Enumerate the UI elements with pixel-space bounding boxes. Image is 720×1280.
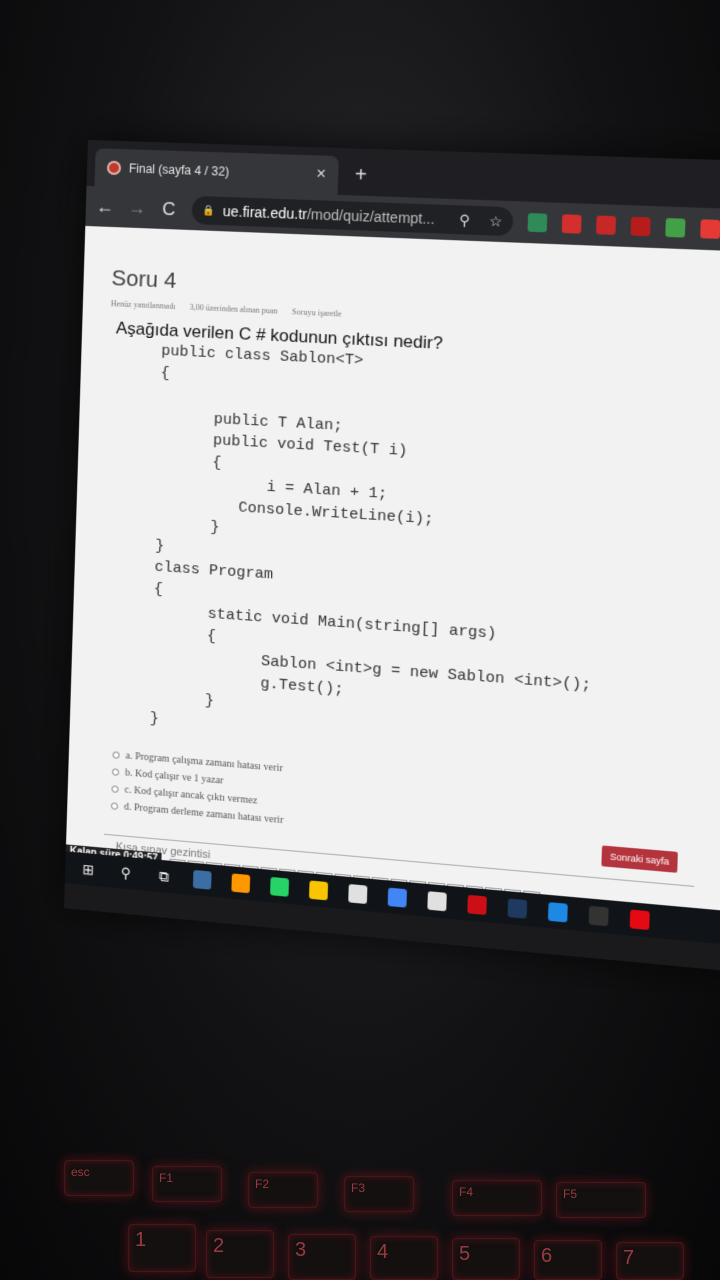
forward-icon[interactable]: → (127, 197, 146, 219)
task-view-icon[interactable]: ⧉ (155, 866, 174, 886)
tab-close-icon[interactable]: × (316, 166, 326, 185)
radio-button[interactable] (111, 768, 120, 776)
taskbar-app-icon[interactable] (547, 902, 568, 923)
quiz-page: Soru 4 Henüz yanıtlanmadı 3,00 üzerinden… (64, 225, 720, 946)
backlit-keyboard: esc F1 F2 F3 F4 F5 1 2 3 4 5 6 7 (0, 1120, 720, 1280)
question-points: 3,00 üzerinden alınan puan (189, 302, 278, 316)
monitor: Final (sayfa 4 / 32) × + ← → C 🔒 ue.fira… (64, 140, 720, 972)
screen: Final (sayfa 4 / 32) × + ← → C 🔒 ue.fira… (64, 140, 720, 946)
keyboard-key: 1 (128, 1224, 196, 1272)
radio-button[interactable] (110, 802, 119, 810)
store-icon[interactable] (348, 883, 368, 905)
reload-icon[interactable]: C (159, 198, 178, 220)
keyboard-key: esc (64, 1160, 134, 1196)
url-input[interactable]: 🔒 ue.firat.edu.tr/mod/quiz/attempt... ⚲ … (191, 195, 514, 237)
zoom-icon[interactable]: ⚲ (459, 211, 470, 229)
flag-question-link[interactable]: Soruyu işaretle (292, 307, 342, 318)
taskbar-app-icon[interactable] (231, 873, 251, 894)
keyboard-key: F3 (344, 1176, 414, 1212)
url-host: ue.firat.edu.tr (222, 202, 308, 223)
question-status: Henüz yanıtlanmadı (110, 299, 176, 312)
extension-icon[interactable] (630, 216, 651, 237)
new-tab-button[interactable]: + (354, 164, 367, 188)
back-icon[interactable]: ← (96, 196, 115, 218)
opera-icon[interactable] (467, 894, 487, 916)
search-icon[interactable]: ⚲ (117, 863, 136, 883)
keyboard-key: F1 (152, 1166, 222, 1202)
site-favicon-icon (106, 160, 122, 176)
bookmark-star-icon[interactable]: ☆ (489, 212, 503, 230)
extension-icon[interactable] (596, 215, 617, 235)
chrome-icon[interactable] (387, 887, 408, 908)
taskbar-app-icon[interactable] (192, 869, 212, 890)
keyboard-key: 5 (452, 1238, 520, 1280)
taskbar-app-icon[interactable] (427, 891, 447, 912)
keyboard-key: F2 (248, 1172, 318, 1208)
start-icon[interactable]: ⊞ (79, 860, 97, 880)
extension-icon[interactable] (665, 218, 686, 238)
tab-title: Final (sayfa 4 / 32) (128, 161, 230, 179)
whatsapp-icon[interactable] (270, 876, 290, 897)
keyboard-key: 6 (534, 1240, 602, 1280)
keyboard-key: 3 (288, 1234, 356, 1280)
extension-icon[interactable] (527, 213, 548, 233)
extension-icon[interactable] (561, 214, 582, 234)
url-path: /mod/quiz/attempt... (306, 206, 435, 228)
sticky-notes-icon[interactable] (308, 880, 329, 901)
netflix-icon[interactable] (629, 909, 650, 931)
keyboard-key: 4 (370, 1236, 438, 1280)
keyboard-key: 7 (616, 1242, 684, 1280)
code-block: public class Sablon<T> { public T Alan; … (149, 342, 592, 728)
lock-icon: 🔒 (201, 204, 215, 217)
radio-button[interactable] (111, 785, 119, 793)
keyboard-key: F4 (452, 1180, 542, 1216)
prime-video-icon[interactable] (588, 905, 609, 927)
keyboard-key: 2 (206, 1230, 274, 1278)
extension-icon[interactable] (700, 219, 720, 239)
radio-button[interactable] (112, 751, 120, 759)
premiere-icon[interactable] (507, 898, 528, 919)
keyboard-key: F5 (556, 1182, 646, 1218)
